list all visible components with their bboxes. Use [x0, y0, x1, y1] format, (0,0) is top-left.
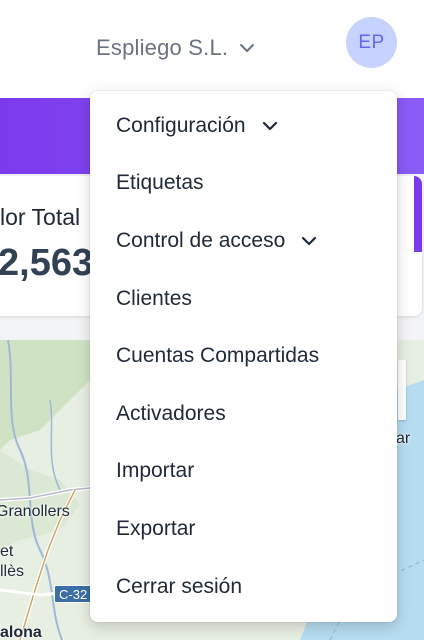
- map-label-ar: ar: [396, 430, 411, 447]
- chevron-down-icon: [240, 44, 255, 52]
- map-label-lles: llès: [0, 563, 25, 580]
- menu-item-label: Cerrar sesión: [116, 574, 243, 598]
- map-label-alona: alona: [0, 624, 42, 640]
- menu-item-exportar[interactable]: Exportar: [90, 500, 397, 558]
- menu-item-label: Activadores: [116, 401, 226, 425]
- menu-item-label: Importar: [116, 459, 195, 483]
- menu-item-cerrar-sesion[interactable]: Cerrar sesión: [90, 558, 397, 616]
- company-name: Espliego S.L.: [96, 35, 229, 60]
- menu-item-clientes[interactable]: Clientes: [90, 270, 397, 328]
- company-switcher[interactable]: Espliego S.L.: [96, 30, 256, 66]
- menu-item-cuentas-compartidas[interactable]: Cuentas Compartidas: [90, 327, 397, 385]
- menu-item-label: Exportar: [116, 516, 196, 540]
- avatar[interactable]: EP: [346, 17, 397, 68]
- menu-item-activadores[interactable]: Activadores: [90, 385, 397, 443]
- avatar-initials: EP: [358, 31, 385, 53]
- stat-accent-bar: [414, 176, 422, 252]
- app-page: Espliego S.L. EP lor Total 2,563 Granoll…: [0, 0, 424, 640]
- chevron-down-icon: [299, 231, 319, 251]
- stat-value: 2,563: [0, 242, 94, 284]
- user-dropdown-menu: Configuración Etiquetas Control de acceso C…: [90, 91, 397, 622]
- map-zoom-control[interactable]: [398, 360, 406, 420]
- map-label-et: et: [0, 543, 14, 560]
- menu-item-etiquetas[interactable]: Etiquetas: [90, 155, 397, 213]
- menu-item-importar[interactable]: Importar: [90, 443, 397, 501]
- stat-label: lor Total: [0, 204, 81, 230]
- menu-item-label: Clientes: [116, 286, 192, 310]
- road-badge-c32: C-32: [54, 585, 93, 603]
- top-header: Espliego S.L. EP: [0, 0, 424, 98]
- menu-item-label: Configuración: [116, 113, 246, 137]
- menu-item-label: Etiquetas: [116, 171, 204, 195]
- menu-item-label: Cuentas Compartidas: [116, 344, 320, 368]
- map-label-granollers: Granollers: [0, 503, 70, 520]
- menu-item-configuracion[interactable]: Configuración: [90, 97, 397, 155]
- menu-item-control-de-acceso[interactable]: Control de acceso: [90, 212, 397, 270]
- menu-item-label: Control de acceso: [116, 228, 286, 252]
- chevron-down-icon: [260, 116, 280, 136]
